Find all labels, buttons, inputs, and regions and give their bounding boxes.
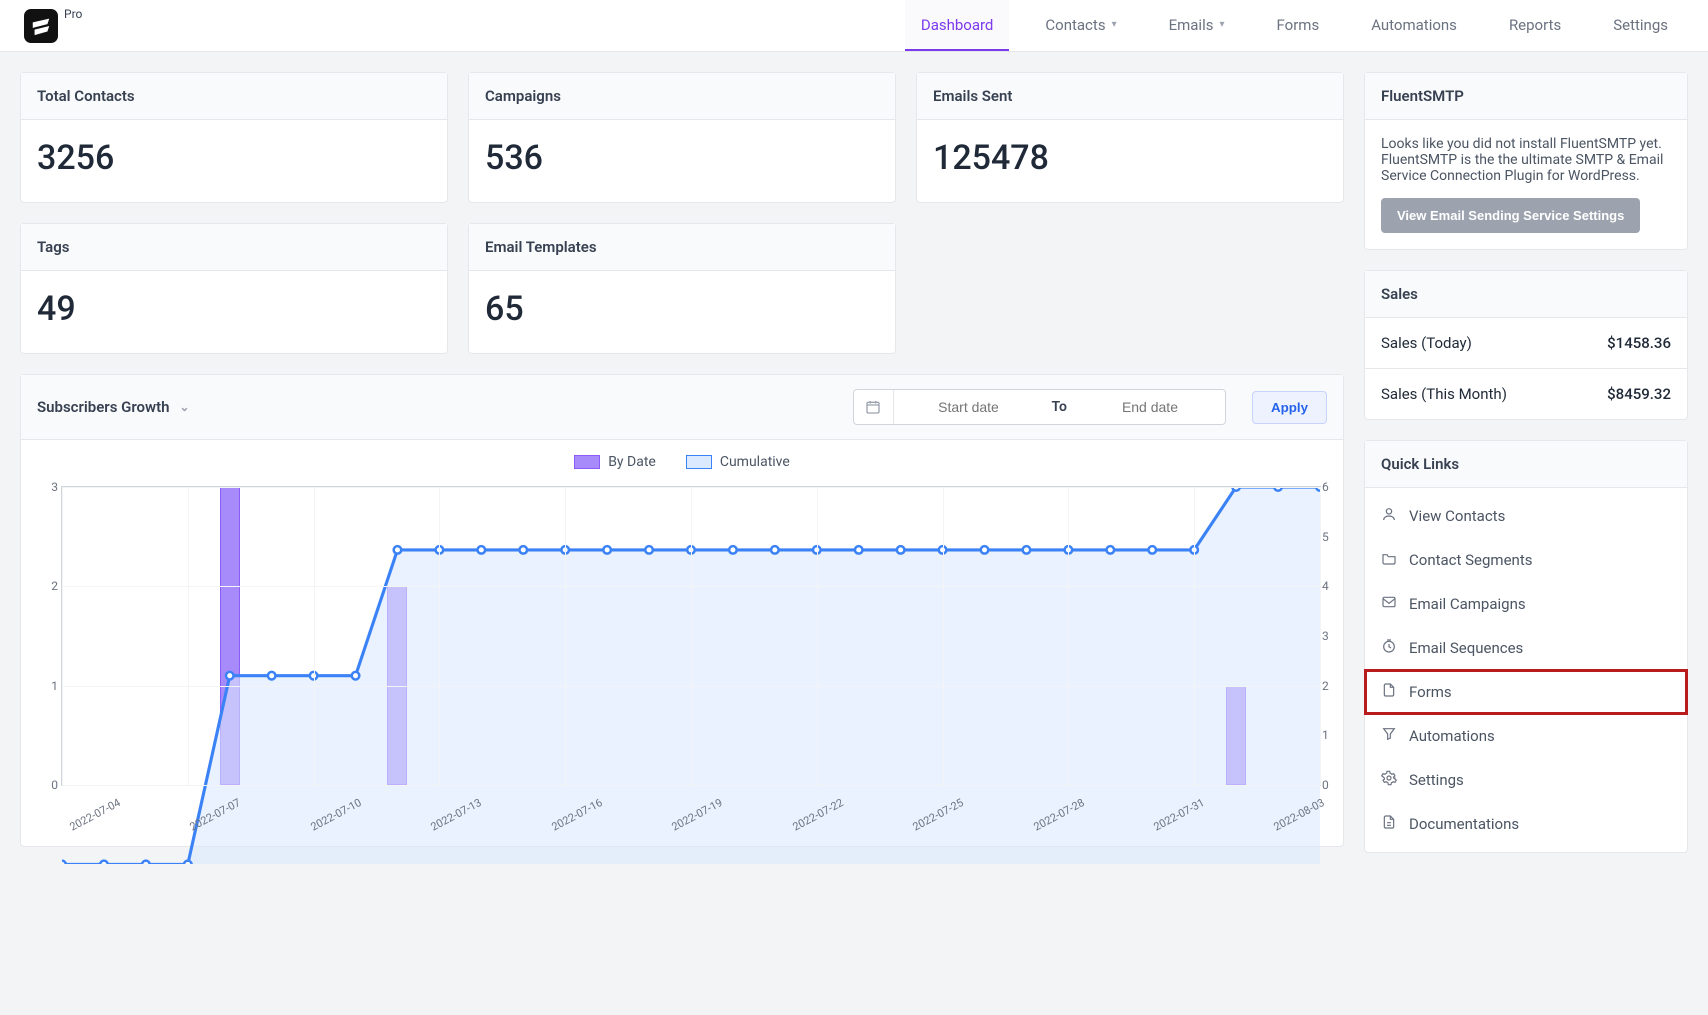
quicklink-email-campaigns[interactable]: Email Campaigns [1365, 582, 1687, 626]
stat-card-emails-sent: Emails Sent 125478 [916, 72, 1344, 203]
quicklink-label: Settings [1409, 771, 1464, 789]
nav-dashboard[interactable]: Dashboard [905, 0, 1010, 51]
fluentsmtp-body: Looks like you did not install FluentSMT… [1381, 136, 1671, 184]
sidebar-fluentsmtp: FluentSMTP Looks like you did not instal… [1364, 72, 1688, 250]
stat-label: Campaigns [469, 73, 895, 120]
chart-header: Subscribers Growth ⌄ To Apply [21, 375, 1343, 440]
nav-settings-label: Settings [1613, 16, 1668, 34]
stat-value: 3256 [37, 138, 431, 178]
nav-automations-label: Automations [1371, 16, 1457, 34]
stat-card-email-templates: Email Templates 65 [468, 223, 896, 354]
sales-month-amount: $8459.32 [1607, 385, 1671, 403]
quicklink-label: Contact Segments [1409, 551, 1532, 569]
legend-swatch-bar [574, 455, 600, 469]
chart-card-subscribers-growth: Subscribers Growth ⌄ To Apply By Date Cu… [20, 374, 1344, 847]
chart-title-label: Subscribers Growth [37, 398, 170, 416]
clock-icon [1381, 638, 1397, 658]
gear-icon [1381, 770, 1397, 790]
brand: Pro [24, 9, 82, 43]
quicklink-email-sequences[interactable]: Email Sequences [1365, 626, 1687, 670]
nav-emails[interactable]: Emails ▾ [1153, 0, 1241, 51]
quicklink-automations[interactable]: Automations [1365, 714, 1687, 758]
doc-icon [1381, 814, 1397, 834]
apply-button[interactable]: Apply [1252, 391, 1327, 424]
user-icon [1381, 506, 1397, 526]
quicklink-label: Forms [1409, 683, 1452, 701]
folder-icon [1381, 550, 1397, 570]
date-range-to-label: To [1044, 399, 1075, 415]
quicklinks-title: Quick Links [1365, 441, 1687, 488]
chart-title-dropdown[interactable]: Subscribers Growth ⌄ [37, 398, 190, 416]
stat-card-tags: Tags 49 [20, 223, 448, 354]
brand-logo [24, 9, 58, 43]
nav-automations[interactable]: Automations [1355, 0, 1473, 51]
sales-row-month: Sales (This Month) $8459.32 [1365, 368, 1687, 419]
stat-value: 536 [485, 138, 879, 178]
sales-today-label: Sales (Today) [1381, 334, 1472, 352]
quicklink-settings[interactable]: Settings [1365, 758, 1687, 802]
legend-swatch-line [686, 455, 712, 469]
nav-emails-label: Emails [1169, 16, 1214, 34]
sidebar-sales: Sales Sales (Today) $1458.36 Sales (This… [1364, 270, 1688, 420]
legend-cumulative[interactable]: Cumulative [686, 454, 790, 470]
topbar: Pro Dashboard Contacts ▾ Emails ▾ Forms Au… [0, 0, 1708, 52]
quicklink-documentations[interactable]: Documentations [1365, 802, 1687, 846]
stat-label: Emails Sent [917, 73, 1343, 120]
nav-settings[interactable]: Settings [1597, 0, 1684, 51]
chart-plot: 0123 0123456 [61, 486, 1321, 786]
stat-label: Tags [21, 224, 447, 271]
chart-legend: By Date Cumulative [21, 440, 1343, 476]
legend-cumulative-label: Cumulative [720, 454, 790, 470]
stat-value: 125478 [933, 138, 1327, 178]
nav-dashboard-label: Dashboard [921, 16, 994, 34]
mail-icon [1381, 594, 1397, 614]
brand-pro-label: Pro [64, 7, 82, 21]
chevron-down-icon: ▾ [1112, 19, 1117, 30]
sidebar-quicklinks: Quick Links View Contacts Contact Segment… [1364, 440, 1688, 853]
quicklink-forms[interactable]: Forms [1365, 670, 1687, 714]
quicklink-label: View Contacts [1409, 507, 1505, 525]
sales-row-today: Sales (Today) $1458.36 [1365, 318, 1687, 368]
stat-card-total-contacts: Total Contacts 3256 [20, 72, 448, 203]
sales-title: Sales [1365, 271, 1687, 318]
legend-by-date[interactable]: By Date [574, 454, 656, 470]
nav-forms[interactable]: Forms [1261, 0, 1336, 51]
quicklink-label: Automations [1409, 727, 1495, 745]
fluentsmtp-settings-button[interactable]: View Email Sending Service Settings [1381, 198, 1640, 233]
nav-forms-label: Forms [1277, 16, 1320, 34]
start-date-input[interactable] [894, 399, 1044, 415]
fluentsmtp-title: FluentSMTP [1365, 73, 1687, 120]
stat-label: Email Templates [469, 224, 895, 271]
stat-label: Total Contacts [21, 73, 447, 120]
quicklink-label: Documentations [1409, 815, 1519, 833]
nav-reports[interactable]: Reports [1493, 0, 1577, 51]
calendar-icon [854, 390, 894, 424]
chevron-down-icon: ▾ [1219, 19, 1224, 30]
end-date-input[interactable] [1075, 399, 1225, 415]
stat-value: 49 [37, 289, 431, 329]
sales-today-amount: $1458.36 [1607, 334, 1671, 352]
quicklink-view-contacts[interactable]: View Contacts [1365, 494, 1687, 538]
date-range-picker[interactable]: To [853, 389, 1226, 425]
funnel-icon [1381, 726, 1397, 746]
chevron-down-icon: ⌄ [180, 400, 190, 414]
nav-contacts[interactable]: Contacts ▾ [1029, 0, 1132, 51]
chart-area: 0123 0123456 2022-07-042022-07-072022-07… [21, 476, 1343, 846]
main-nav: Dashboard Contacts ▾ Emails ▾ Forms Automa… [905, 0, 1684, 51]
stat-card-campaigns: Campaigns 536 [468, 72, 896, 203]
quicklink-contact-segments[interactable]: Contact Segments [1365, 538, 1687, 582]
legend-by-date-label: By Date [608, 454, 656, 470]
file-icon [1381, 682, 1397, 702]
nav-contacts-label: Contacts [1045, 16, 1105, 34]
sales-month-label: Sales (This Month) [1381, 385, 1507, 403]
quicklink-label: Email Sequences [1409, 639, 1523, 657]
quicklink-label: Email Campaigns [1409, 595, 1526, 613]
stat-value: 65 [485, 289, 879, 329]
nav-reports-label: Reports [1509, 16, 1561, 34]
